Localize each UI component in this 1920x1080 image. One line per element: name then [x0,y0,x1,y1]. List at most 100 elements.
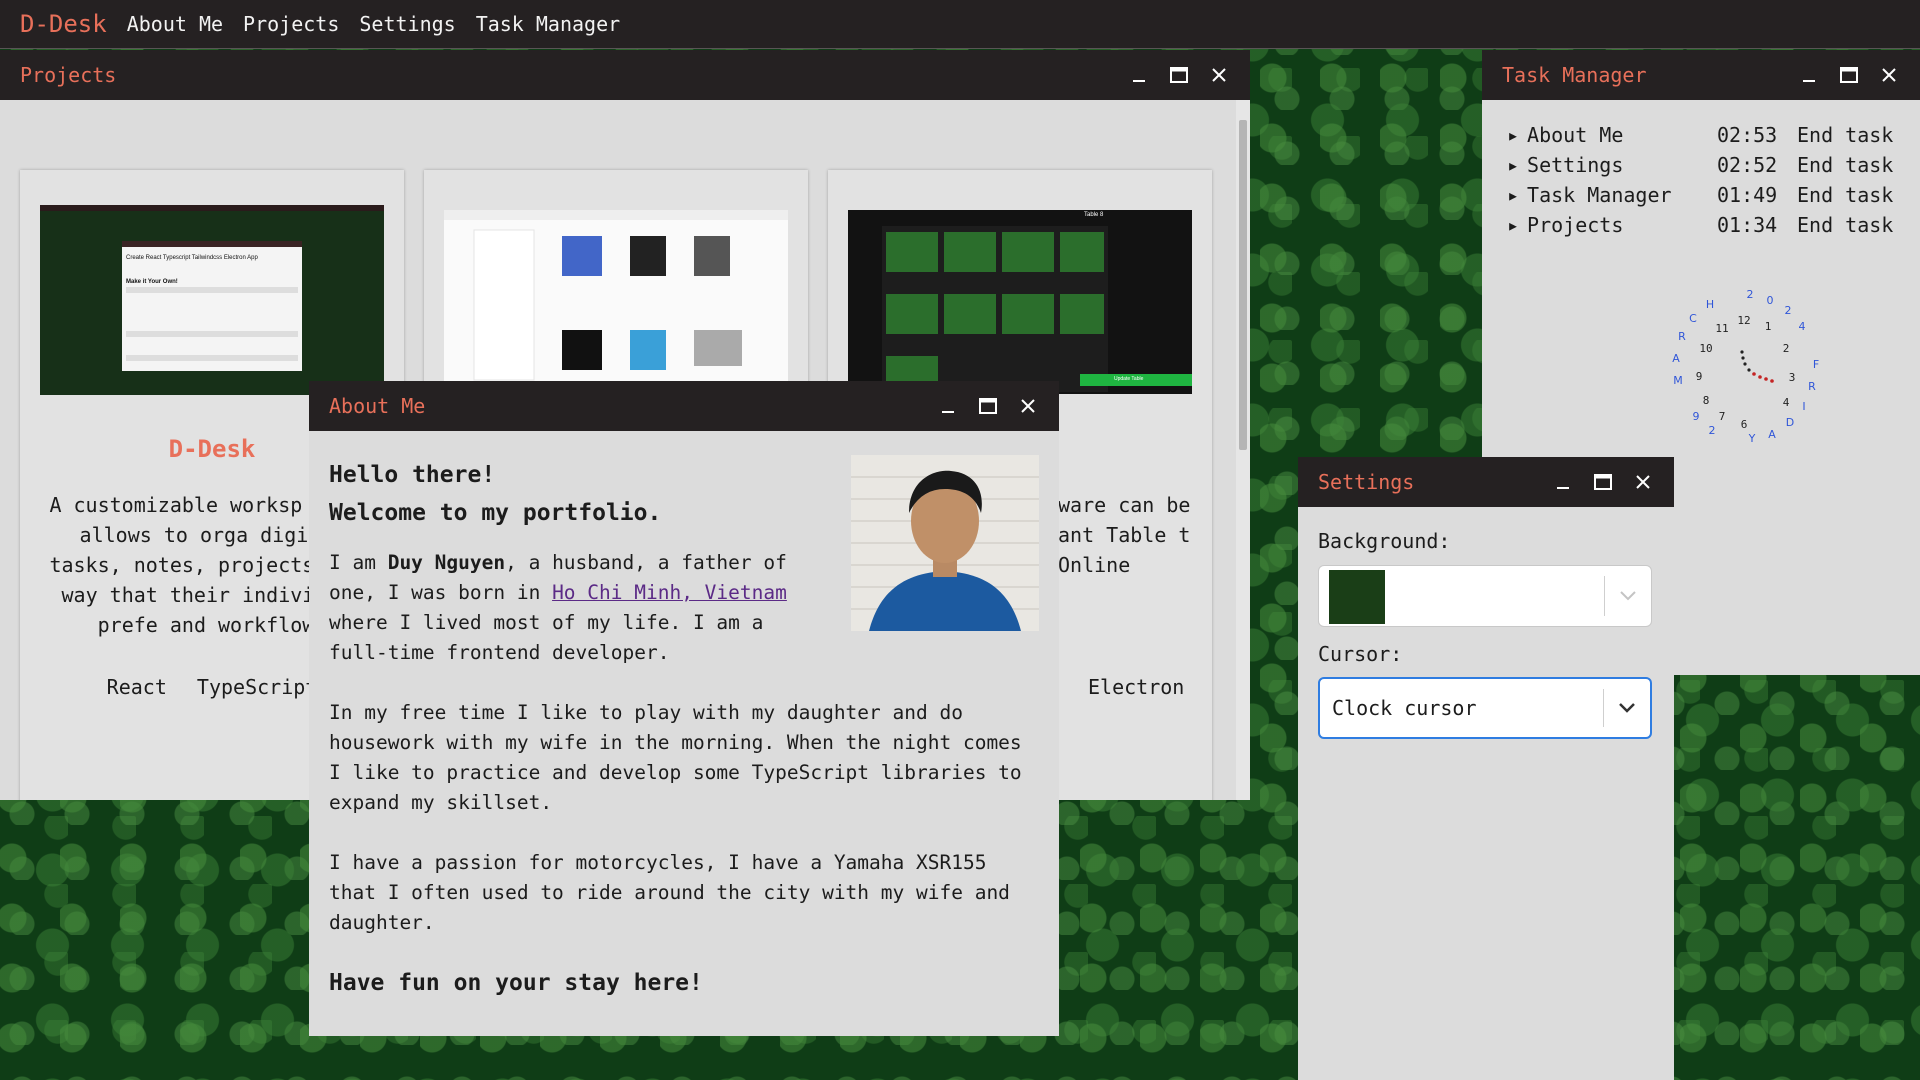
menu-about-me[interactable]: About Me [127,12,223,36]
caret-right-icon[interactable]: ▸ [1507,183,1519,207]
top-menu-bar: D-Desk About Me Projects Settings Task M… [0,0,1920,49]
menu-projects[interactable]: Projects [243,12,339,36]
clock-num-8: 8 [1703,394,1710,407]
minimize-icon[interactable] [937,395,959,417]
birthplace-link[interactable]: Ho Chi Minh, Vietnam [552,581,787,604]
task-time: 01:34 [1717,213,1778,237]
free-time-paragraph: In my free time I like to play with my d… [329,701,1022,814]
menu-task-manager[interactable]: Task Manager [476,12,621,36]
clock-num-12: 12 [1737,314,1750,327]
minimize-icon[interactable] [1552,471,1574,493]
about-me-window: About Me Hello there! Welcome to my port… [309,381,1059,1036]
maximize-icon[interactable] [977,395,999,417]
svg-text:R: R [1678,330,1686,343]
project-screenshot: Create React Typescript Tailwindcss Elec… [40,205,384,395]
about-content: Hello there! Welcome to my portfolio. I … [329,456,1039,998]
svg-text:F: F [1813,358,1819,371]
caret-right-icon[interactable]: ▸ [1507,213,1519,237]
maximize-icon[interactable] [1838,64,1860,86]
clock-num-2: 2 [1783,342,1790,355]
window-title: Projects [20,63,117,87]
author-name: Duy Nguyen [387,551,506,574]
clock-num-11: 11 [1715,322,1728,335]
screenshot-heading: Make it Your Own! [126,279,178,285]
minimize-icon[interactable] [1798,64,1820,86]
greeting-line-2: Welcome to my portfolio. [329,500,662,526]
caret-right-icon[interactable]: ▸ [1507,123,1519,147]
task-row[interactable]: ▸ About Me 02:53 End task [1507,120,1893,150]
intro-text: I am [329,551,388,574]
task-row[interactable]: ▸ Projects 01:34 End task [1507,210,1893,240]
maximize-icon[interactable] [1592,471,1614,493]
project-tags: Electron [1088,675,1185,699]
greeting-line-1: Hello there! [329,462,496,488]
svg-text:M: M [1673,374,1683,387]
task-manager-titlebar[interactable]: Task Manager [1482,50,1920,100]
svg-text:D: D [1786,416,1794,429]
end-task-button[interactable]: End task [1797,123,1893,147]
menu-settings[interactable]: Settings [359,12,455,36]
minimize-icon[interactable] [1128,64,1150,86]
clock-num-6: 6 [1741,418,1748,431]
task-name: About Me [1527,123,1624,147]
svg-text:A: A [1768,428,1776,441]
chevron-down-icon[interactable] [1619,590,1637,602]
end-task-button[interactable]: End task [1797,153,1893,177]
task-row[interactable]: ▸ Settings 02:52 End task [1507,150,1893,180]
projects-scrollbar[interactable] [1236,100,1250,800]
projects-titlebar[interactable]: Projects [0,50,1250,100]
task-name: Task Manager [1527,183,1672,207]
clock-num-10: 10 [1699,342,1712,355]
window-title: Task Manager [1502,63,1647,87]
svg-text:2: 2 [1747,288,1754,301]
background-thumbnail [1329,570,1385,624]
cursor-select[interactable]: Clock cursor [1318,677,1652,739]
task-time: 02:52 [1717,153,1778,177]
close-icon[interactable] [1632,471,1654,493]
svg-text:Y: Y [1748,432,1756,445]
svg-text:4: 4 [1799,320,1806,333]
clock-num-7: 7 [1719,410,1726,423]
task-row[interactable]: ▸ Task Manager 01:49 End task [1507,180,1893,210]
svg-text:R: R [1808,380,1816,393]
screenshot-update-button: Update Table [1114,376,1144,382]
svg-text:C: C [1689,312,1697,325]
project-screenshot: Table 8 Update Table [848,210,1192,394]
task-list: ▸ About Me 02:53 End task ▸ Settings 02:52… [1507,120,1893,240]
scrollbar-thumb[interactable] [1239,120,1247,450]
close-icon[interactable] [1208,64,1230,86]
task-name: Projects [1527,213,1624,237]
clock-num-4: 4 [1783,396,1790,409]
intro-paragraph: I am Duy Nguyen, a husband, a father of … [329,548,829,668]
svg-text:2: 2 [1709,424,1716,437]
cursor-select-value: Clock cursor [1332,696,1477,720]
project-screenshot [444,210,788,394]
cursor-label: Cursor: [1318,642,1403,666]
end-task-button[interactable]: End task [1797,183,1893,207]
window-title: About Me [329,394,426,418]
close-icon[interactable] [1878,64,1900,86]
svg-text:H: H [1706,298,1714,311]
settings-titlebar[interactable]: Settings [1298,457,1674,507]
background-select[interactable] [1318,565,1652,627]
caret-right-icon[interactable]: ▸ [1507,153,1519,177]
task-time: 02:53 [1717,123,1778,147]
screenshot-caption: Create React Typescript Tailwindcss Elec… [126,255,258,261]
settings-window: Settings Background: Cursor: Clock curso… [1298,457,1674,1080]
brand-logo[interactable]: D-Desk [20,10,107,38]
close-icon[interactable] [1017,395,1039,417]
svg-text:0: 0 [1767,294,1774,307]
svg-text:9: 9 [1693,410,1700,423]
motorcycle-paragraph: I have a passion for motorcycles, I have… [329,851,1010,934]
about-titlebar[interactable]: About Me [309,381,1059,431]
task-time: 01:49 [1717,183,1778,207]
closing-line: Have fun on your stay here! [329,970,703,996]
maximize-icon[interactable] [1168,64,1190,86]
clock-cursor: 12 1 2 3 4 6 7 8 9 10 11 HCR AM 2 02 4FR … [1672,288,1819,445]
end-task-button[interactable]: End task [1797,213,1893,237]
svg-text:I: I [1802,400,1805,413]
clock-hands [1740,350,1774,383]
task-name: Settings [1527,153,1624,177]
clock-numbers: 12 1 2 3 4 6 7 8 9 10 11 [1696,314,1796,431]
chevron-down-icon[interactable] [1618,702,1636,714]
